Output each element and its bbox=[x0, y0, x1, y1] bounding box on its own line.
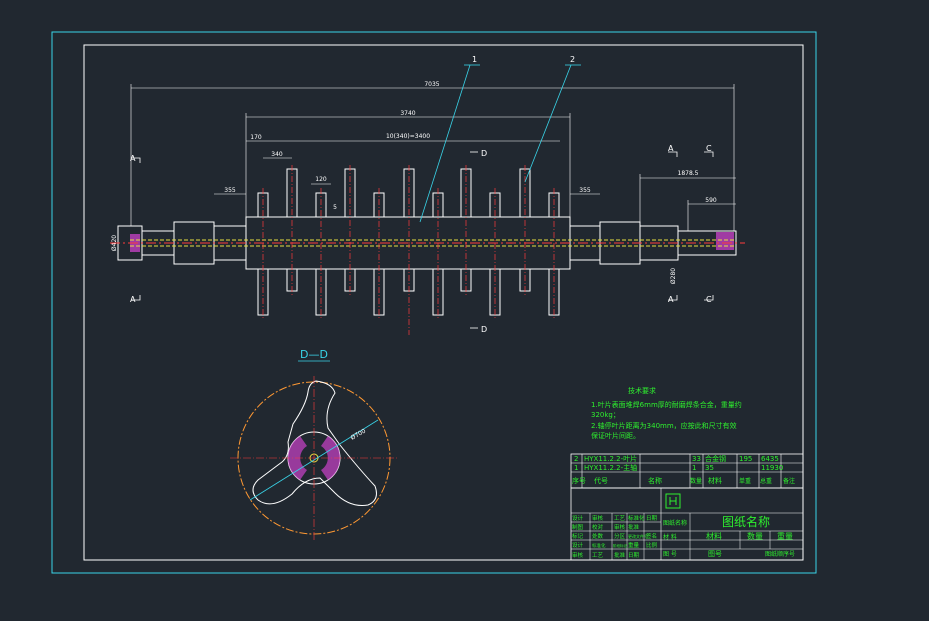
title-block-material2: 材 料 bbox=[663, 533, 677, 541]
tb-r3-c4: 更改文件号 bbox=[628, 533, 648, 539]
drawing-sheet: 7035 3740 10(340)=3400 170 340 120 5 355… bbox=[51, 31, 817, 574]
dim-spacing: 340 bbox=[271, 151, 283, 158]
dim-left-diameter: Ø420 bbox=[111, 235, 118, 251]
title-block: 图纸名称 图纸名称 材料 数量 重量 材 料 图 号 图号 图纸顺序号 设计 审… bbox=[570, 487, 804, 561]
cad-drawing-canvas: 7035 3740 10(340)=3400 170 340 120 5 355… bbox=[0, 0, 929, 621]
bom-row2-qty: 33 bbox=[692, 455, 701, 463]
dim-right-shaft: 355 bbox=[579, 187, 591, 194]
title-block-sheet-order: 图纸顺序号 bbox=[765, 550, 795, 558]
section-d-top: D bbox=[481, 149, 487, 158]
title-block-drawing-name: 图纸名称 bbox=[663, 519, 687, 527]
bom-row2-unit: 195 bbox=[739, 455, 752, 463]
tech-title: 技术要求 bbox=[628, 386, 656, 395]
tb-r3-c5: 签名 bbox=[646, 532, 657, 540]
callout-part-1: 1 bbox=[472, 55, 477, 64]
dim-right-small: 590 bbox=[705, 197, 717, 204]
tb-r4-c1: 设计 bbox=[572, 541, 584, 549]
tb-r2-c3: 审核 bbox=[614, 523, 626, 531]
blades-upper bbox=[257, 168, 560, 218]
bom-row2-code: HYX11.2.2-叶片 bbox=[584, 454, 637, 463]
bom-row1-code: HYX11.2.2-主轴 bbox=[584, 463, 637, 472]
bom-header-qty: 数量 bbox=[690, 477, 702, 485]
section-c-top: C bbox=[706, 144, 712, 153]
tb-r5-c4: 日期 bbox=[628, 552, 640, 559]
title-block-drawing-no: 图 号 bbox=[663, 551, 677, 558]
section-a-right-top: A bbox=[668, 144, 674, 153]
blades-lower bbox=[257, 268, 560, 316]
tb-r5-c1: 审核 bbox=[572, 551, 584, 559]
tb-r1-c1: 设计 bbox=[572, 514, 584, 522]
dim-blade-width: 120 bbox=[315, 176, 327, 183]
tb-r1-c2: 审核 bbox=[592, 514, 604, 522]
tech-line-2: 2.轴停叶片距离为340mm，应按此和尺寸有效 bbox=[591, 421, 737, 430]
tb-r3-c1: 标记 bbox=[572, 532, 584, 540]
section-d-d-view: D—D Ø700 bbox=[230, 348, 398, 540]
bom-header-unit: 单重 bbox=[739, 477, 751, 485]
bom-row1-qty: 1 bbox=[692, 464, 696, 472]
dim-overall: 7035 bbox=[424, 81, 439, 88]
tb-r4-c3: 阶段标记 bbox=[613, 543, 627, 548]
tech-line-2b: 保证叶片间距。 bbox=[591, 431, 640, 440]
bom-row2-total: 6435 bbox=[761, 455, 779, 463]
tb-r1-c5: 日期 bbox=[646, 515, 658, 522]
section-a-right-bottom: A bbox=[668, 295, 674, 304]
tb-r4-c2: 标准化 bbox=[592, 542, 606, 549]
tech-line-1: 1.叶片表面堆焊6mm厚的耐磨焊条合金，重量约 bbox=[591, 400, 742, 409]
blade-centerlines bbox=[262, 165, 555, 335]
dim-left-shaft: 355 bbox=[224, 187, 236, 194]
dim-right-length: 1878.5 bbox=[678, 170, 699, 177]
section-diameter-label: Ø700 bbox=[350, 427, 368, 441]
bom-row2-material: 合金钢 bbox=[705, 454, 726, 463]
title-block-sheet-no: 图号 bbox=[708, 550, 722, 558]
title-block-quantity-label: 数量 bbox=[747, 531, 763, 541]
company-logo bbox=[665, 493, 681, 509]
right-end-hatch bbox=[716, 232, 734, 250]
dim-body: 3740 bbox=[400, 110, 415, 117]
dim-left-offset: 170 bbox=[250, 134, 262, 141]
title-block-title: 图纸名称 bbox=[722, 514, 770, 529]
bom-row2-no: 2 bbox=[574, 455, 578, 463]
dim-pitch: 10(340)=3400 bbox=[386, 133, 430, 140]
callout-part-2: 2 bbox=[570, 55, 575, 64]
tb-r5-c3: 批准 bbox=[614, 551, 626, 559]
tb-r5-c2: 工艺 bbox=[592, 552, 604, 559]
tb-r4-c4: 重量 bbox=[628, 541, 640, 549]
section-d-bottom: D bbox=[481, 325, 487, 334]
outer-frame bbox=[51, 31, 817, 574]
bom-header-total: 总重 bbox=[760, 477, 772, 485]
tb-r2-c4: 批准 bbox=[628, 523, 640, 531]
section-title: D—D bbox=[300, 348, 328, 361]
section-a-top: A bbox=[130, 154, 136, 163]
technical-requirements: 技术要求 1.叶片表面堆焊6mm厚的耐磨焊条合金，重量约 320kg； 2.轴停… bbox=[591, 386, 742, 440]
tech-line-1b: 320kg； bbox=[591, 411, 620, 419]
title-block-weight-label: 重量 bbox=[777, 531, 793, 541]
bom-row1-total: 11930 bbox=[761, 464, 783, 472]
bom-header-code: 代号 bbox=[594, 476, 608, 485]
section-c-bottom: C bbox=[706, 295, 712, 304]
tb-r4-c5: 比例 bbox=[646, 541, 658, 549]
tb-r3-c2: 处数 bbox=[592, 532, 604, 540]
bom-header-remark: 备注 bbox=[783, 477, 795, 485]
dim-blade-thickness: 5 bbox=[333, 204, 337, 211]
tb-r3-c3: 分区 bbox=[614, 532, 626, 540]
tb-r1-c4: 标准化 bbox=[628, 514, 645, 522]
bom-row1-no: 1 bbox=[574, 464, 578, 472]
shaft-elevation-view: 7035 3740 10(340)=3400 170 340 120 5 355… bbox=[110, 55, 745, 335]
bom-header-name: 名称 bbox=[648, 476, 662, 485]
bom-header-material: 材料 bbox=[708, 476, 722, 485]
title-block-material-label: 材料 bbox=[706, 531, 722, 541]
section-a-bottom: A bbox=[130, 295, 136, 304]
tb-r2-c1: 制图 bbox=[572, 523, 584, 531]
tb-r2-c2: 校对 bbox=[592, 523, 604, 531]
tb-r1-c3: 工艺 bbox=[614, 515, 626, 522]
dim-right-diameter: Ø280 bbox=[670, 268, 677, 284]
bom-header-no: 序号 bbox=[572, 476, 586, 485]
bom-row1-material: 35 bbox=[705, 464, 714, 472]
bill-of-materials: 2 HYX11.2.2-叶片 33 合金钢 195 6435 1 HYX11.2… bbox=[570, 453, 804, 489]
